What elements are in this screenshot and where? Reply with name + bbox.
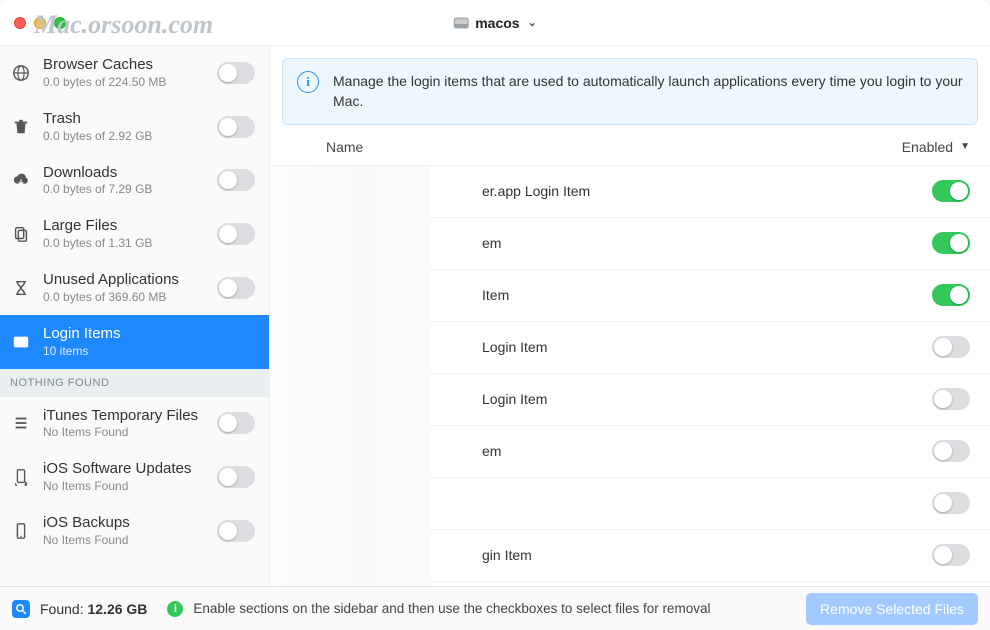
sidebar-item-title: iTunes Temporary Files xyxy=(43,407,205,426)
hourglass-icon xyxy=(11,279,31,297)
column-header-name[interactable]: Name xyxy=(326,139,363,155)
column-header-enabled-label: Enabled xyxy=(902,139,953,155)
main-panel: i Manage the login items that are used t… xyxy=(270,46,990,586)
remove-selected-button[interactable]: Remove Selected Files xyxy=(806,593,978,625)
list-header: Name Enabled ▼ xyxy=(270,133,990,166)
sidebar-item-subtitle: 0.0 bytes of 7.29 GB xyxy=(43,182,205,197)
found-label-text: Found: xyxy=(40,601,84,617)
sidebar-toggle-3[interactable] xyxy=(217,223,255,245)
sidebar-item-title: Unused Applications xyxy=(43,271,205,290)
sidebar-item-text: iOS BackupsNo Items Found xyxy=(43,514,205,548)
sidebar-item-nf-0[interactable]: iTunes Temporary FilesNo Items Found xyxy=(0,397,269,451)
sidebar-section-header: NOTHING FOUND xyxy=(0,369,269,397)
sidebar-item-copy[interactable]: Large Files0.0 bytes of 1.31 GB xyxy=(0,207,269,261)
sidebar-item-text: iOS Software UpdatesNo Items Found xyxy=(43,460,205,494)
sidebar-item-subtitle: No Items Found xyxy=(43,479,205,494)
sidebar: Browser Caches0.0 bytes of 224.50 MB Tras… xyxy=(0,46,270,586)
found-label: Found: 12.26 GB xyxy=(40,601,147,617)
footer-bar: Found: 12.26 GB i Enable sections on the… xyxy=(0,586,990,630)
info-icon: i xyxy=(297,71,319,93)
sidebar-item-subtitle: 0.0 bytes of 369.60 MB xyxy=(43,290,205,305)
found-value: 12.26 GB xyxy=(87,601,147,617)
sidebar-item-subtitle: No Items Found xyxy=(43,533,205,548)
sidebar-item-subtitle: 0.0 bytes of 2.92 GB xyxy=(43,129,205,144)
found-badge-icon xyxy=(12,600,30,618)
sidebar-toggle-1[interactable] xyxy=(217,116,255,138)
globe-icon xyxy=(11,64,31,82)
enabled-toggle-4[interactable] xyxy=(932,388,970,410)
maximize-window-button[interactable] xyxy=(54,17,66,29)
sidebar-toggle-0[interactable] xyxy=(217,62,255,84)
sidebar-item-title: Login Items xyxy=(43,325,259,344)
cloud-down-icon xyxy=(11,171,31,189)
sidebar-item-title: Large Files xyxy=(43,217,205,236)
sidebar-item-text: Downloads0.0 bytes of 7.29 GB xyxy=(43,164,205,198)
window-controls xyxy=(14,17,66,29)
volume-selector[interactable]: macos ⌄ xyxy=(453,15,537,31)
tip-text: Enable sections on the sidebar and then … xyxy=(193,601,710,616)
enabled-toggle-7[interactable] xyxy=(932,544,970,566)
sidebar-item-text: Trash0.0 bytes of 2.92 GB xyxy=(43,110,205,144)
list-icon xyxy=(11,414,31,432)
sidebar-item-title: Downloads xyxy=(43,164,205,183)
sidebar-item-trash[interactable]: Trash0.0 bytes of 2.92 GB xyxy=(0,100,269,154)
copy-icon xyxy=(11,225,31,243)
tip-icon: i xyxy=(167,601,183,617)
sidebar-item-user-card[interactable]: Login Items10 items xyxy=(0,315,269,369)
sidebar-item-subtitle: No Items Found xyxy=(43,425,205,440)
sidebar-item-text: Unused Applications0.0 bytes of 369.60 M… xyxy=(43,271,205,305)
enabled-toggle-5[interactable] xyxy=(932,440,970,462)
chevron-down-icon: ⌄ xyxy=(528,16,537,29)
sidebar-item-title: iOS Software Updates xyxy=(43,460,205,479)
user-card-icon xyxy=(11,333,31,351)
sidebar-item-title: Trash xyxy=(43,110,205,129)
sidebar-item-subtitle: 10 items xyxy=(43,344,259,359)
sidebar-item-title: iOS Backups xyxy=(43,514,205,533)
titlebar: macos ⌄ xyxy=(0,0,990,46)
enabled-toggle-2[interactable] xyxy=(932,284,970,306)
sidebar-item-text: iTunes Temporary FilesNo Items Found xyxy=(43,407,205,441)
enabled-toggle-1[interactable] xyxy=(932,232,970,254)
sidebar-item-title: Browser Caches xyxy=(43,56,205,75)
disk-icon xyxy=(453,15,469,31)
sidebar-toggle-4[interactable] xyxy=(217,277,255,299)
sidebar-item-subtitle: 0.0 bytes of 1.31 GB xyxy=(43,236,205,251)
phone-icon xyxy=(11,522,31,540)
sidebar-item-hourglass[interactable]: Unused Applications0.0 bytes of 369.60 M… xyxy=(0,261,269,315)
sync-phone-icon xyxy=(11,468,31,486)
window: Mac.orsoon.com macos ⌄ Browser Caches0.0… xyxy=(0,0,990,630)
close-window-button[interactable] xyxy=(14,17,26,29)
sidebar-toggle-2[interactable] xyxy=(217,169,255,191)
minimize-window-button[interactable] xyxy=(34,17,46,29)
sidebar-nf-toggle-0[interactable] xyxy=(217,412,255,434)
sidebar-nf-toggle-1[interactable] xyxy=(217,466,255,488)
sidebar-item-text: Large Files0.0 bytes of 1.31 GB xyxy=(43,217,205,251)
sidebar-nf-toggle-2[interactable] xyxy=(217,520,255,542)
sort-indicator-icon: ▼ xyxy=(960,141,970,152)
sidebar-item-nf-2[interactable]: iOS BackupsNo Items Found xyxy=(0,504,269,558)
enabled-toggle-6[interactable] xyxy=(932,492,970,514)
sidebar-item-globe[interactable]: Browser Caches0.0 bytes of 224.50 MB xyxy=(0,46,269,100)
login-items-list: er.app Login ItememItem Login Item Login… xyxy=(270,166,990,586)
sidebar-item-text: Login Items10 items xyxy=(43,325,259,359)
sidebar-item-nf-1[interactable]: iOS Software UpdatesNo Items Found xyxy=(0,450,269,504)
column-header-enabled[interactable]: Enabled ▼ xyxy=(902,139,970,155)
sidebar-item-text: Browser Caches0.0 bytes of 224.50 MB xyxy=(43,56,205,90)
main-body: Browser Caches0.0 bytes of 224.50 MB Tras… xyxy=(0,46,990,586)
enabled-toggle-0[interactable] xyxy=(932,180,970,202)
censored-overlay xyxy=(270,166,430,586)
info-text: Manage the login items that are used to … xyxy=(333,71,963,112)
info-banner: i Manage the login items that are used t… xyxy=(282,58,978,125)
disk-name: macos xyxy=(475,15,519,31)
enabled-toggle-3[interactable] xyxy=(932,336,970,358)
sidebar-item-cloud-down[interactable]: Downloads0.0 bytes of 7.29 GB xyxy=(0,154,269,208)
sidebar-item-subtitle: 0.0 bytes of 224.50 MB xyxy=(43,75,205,90)
trash-icon xyxy=(11,118,31,136)
